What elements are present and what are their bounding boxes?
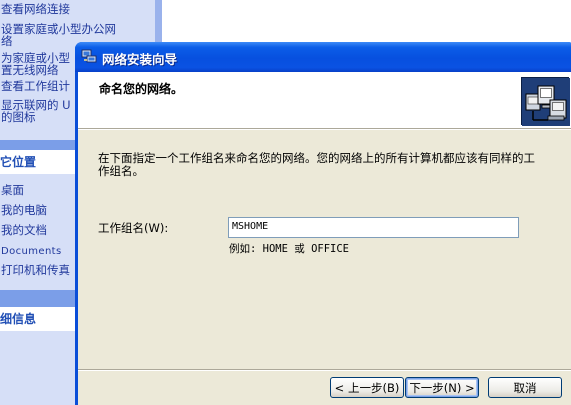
- place-desktop[interactable]: 桌面: [1, 184, 24, 196]
- header-divider: [78, 128, 571, 130]
- network-setup-wizard-window: 网络安装向导 命名您的网络。 在下面指定一个工作组名来命名您的网络。您的网络上的…: [75, 42, 571, 405]
- place-my-computer[interactable]: 我的电脑: [1, 204, 47, 216]
- network-wizard-icon: [81, 49, 97, 63]
- task-setup-wireless-network-cont[interactable]: 置无线网络: [1, 64, 59, 76]
- place-my-documents[interactable]: 我的文档: [1, 224, 47, 236]
- task-view-workgroup[interactable]: 查看工作组计: [1, 80, 70, 92]
- task-setup-home-network-cont[interactable]: 络: [1, 35, 13, 47]
- cancel-button[interactable]: 取消: [488, 377, 562, 398]
- workgroup-example-hint: 例如: HOME 或 OFFICE: [229, 243, 350, 255]
- workgroup-name-input[interactable]: MSHOME: [228, 217, 519, 238]
- task-show-upnp-icons-cont[interactable]: 的图标: [1, 111, 36, 123]
- place-shared-documents[interactable]: Documents: [1, 246, 62, 258]
- back-button[interactable]: < 上一步(B): [330, 377, 404, 398]
- window-title: 网络安装向导: [102, 52, 178, 67]
- wizard-client-area: 命名您的网络。 在下面指定一个工作组名来命名您的网络。您的网络上的所有计算机都应…: [78, 72, 571, 405]
- workgroup-label: 工作组名(W):: [98, 221, 169, 235]
- task-view-network-connections[interactable]: 查看网络连接: [1, 3, 70, 15]
- title-bar[interactable]: 网络安装向导: [75, 42, 571, 72]
- network-computers-icon: [521, 77, 570, 126]
- instruction-text: 在下面指定一个工作组名来命名您的网络。您的网络上的所有计算机都应该有同样的工作组…: [98, 151, 535, 178]
- wizard-header: 命名您的网络。: [78, 72, 571, 128]
- next-button[interactable]: 下一步(N) >: [405, 377, 479, 398]
- page-title: 命名您的网络。: [99, 82, 184, 96]
- place-printers-faxes[interactable]: 打印机和传真: [1, 264, 70, 276]
- footer-divider: [78, 369, 571, 371]
- task-setup-home-network[interactable]: 设置家庭或小型办公网: [1, 23, 116, 35]
